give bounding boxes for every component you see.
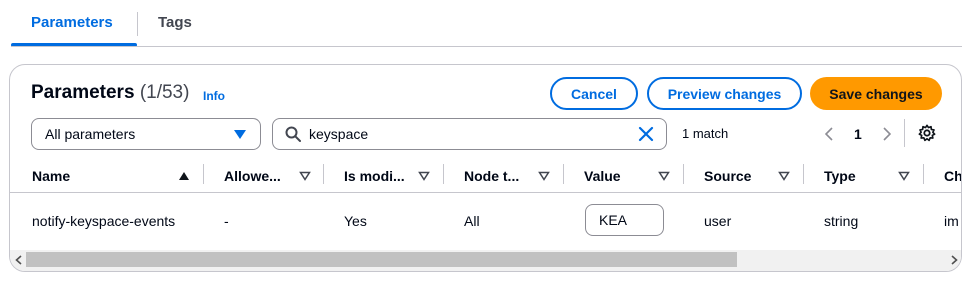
value-input[interactable]: KEA — [585, 204, 664, 236]
sort-icon[interactable] — [778, 171, 790, 181]
chevron-right-icon — [950, 255, 958, 265]
scroll-right-button[interactable] — [947, 252, 961, 268]
cancel-button[interactable]: Cancel — [550, 77, 638, 110]
column-divider[interactable] — [563, 164, 564, 184]
sort-icon[interactable] — [538, 171, 550, 181]
sort-icon[interactable] — [898, 171, 910, 181]
sort-icon[interactable] — [658, 171, 670, 181]
column-divider[interactable] — [323, 164, 324, 184]
search-input[interactable] — [309, 124, 629, 144]
page-number[interactable]: 1 — [854, 126, 862, 142]
save-changes-button[interactable]: Save changes — [810, 77, 942, 110]
chevron-left-icon — [14, 255, 22, 265]
tab-parameters[interactable]: Parameters — [31, 14, 113, 31]
column-header-allowed[interactable]: Allowe... — [224, 168, 281, 184]
column-header-modifiable[interactable]: Is modi... — [344, 168, 405, 184]
pagination-divider — [904, 119, 905, 147]
tab-bar-divider — [11, 46, 962, 47]
sort-ascending-icon[interactable] — [178, 171, 190, 181]
scroll-left-button[interactable] — [11, 252, 25, 268]
chevron-left-icon — [825, 127, 833, 141]
tab-divider — [137, 12, 138, 36]
parameters-panel: Parameters (1/53) Info Cancel Preview ch… — [9, 64, 962, 272]
cell-type: string — [824, 213, 859, 229]
chevron-right-icon — [883, 127, 891, 141]
select-value: All parameters — [45, 126, 136, 142]
caret-down-icon — [234, 130, 246, 139]
search-icon — [285, 126, 301, 142]
cell-name: notify-keyspace-events — [32, 213, 176, 229]
page-title: Parameters (1/53) — [31, 82, 189, 104]
next-page-button[interactable] — [880, 123, 894, 145]
table-header: Name Allowe... Is modi... Node t... Valu… — [10, 159, 961, 193]
clear-icon[interactable] — [638, 126, 654, 142]
tab-tags[interactable]: Tags — [158, 14, 192, 31]
tab-bar: Parameters Tags — [0, 0, 962, 48]
horizontal-scrollbar[interactable] — [10, 250, 961, 271]
cell-allowed: - — [224, 213, 229, 229]
scrollbar-thumb[interactable] — [26, 252, 737, 267]
column-divider[interactable] — [203, 164, 204, 184]
cell-changes: im — [944, 213, 959, 229]
column-header-name[interactable]: Name — [32, 168, 70, 184]
parameter-filter-select[interactable]: All parameters — [31, 118, 261, 150]
column-header-value[interactable]: Value — [584, 168, 621, 184]
search-field — [272, 118, 667, 150]
cell-source: user — [704, 213, 732, 229]
column-header-node-type[interactable]: Node t... — [464, 168, 519, 184]
preview-changes-button[interactable]: Preview changes — [647, 77, 802, 110]
column-divider[interactable] — [923, 164, 924, 184]
cell-modifiable: Yes — [344, 213, 367, 229]
match-count: 1 match — [682, 126, 729, 141]
column-header-source[interactable]: Source — [704, 168, 751, 184]
sort-icon[interactable] — [299, 171, 311, 181]
parameter-count: (1/53) — [139, 82, 190, 103]
previous-page-button[interactable] — [822, 123, 836, 145]
table-row: notify-keyspace-events - Yes All KEA use… — [10, 194, 961, 246]
value-text: KEA — [599, 212, 628, 228]
column-divider[interactable] — [683, 164, 684, 184]
sort-icon[interactable] — [418, 171, 430, 181]
title-text: Parameters — [31, 82, 135, 103]
column-header-type[interactable]: Type — [824, 168, 856, 184]
column-divider[interactable] — [803, 164, 804, 184]
cell-node-type: All — [464, 213, 480, 229]
info-link[interactable]: Info — [203, 89, 225, 103]
gear-icon[interactable] — [918, 124, 936, 142]
column-divider[interactable] — [443, 164, 444, 184]
column-header-changes[interactable]: Ch — [944, 168, 961, 184]
